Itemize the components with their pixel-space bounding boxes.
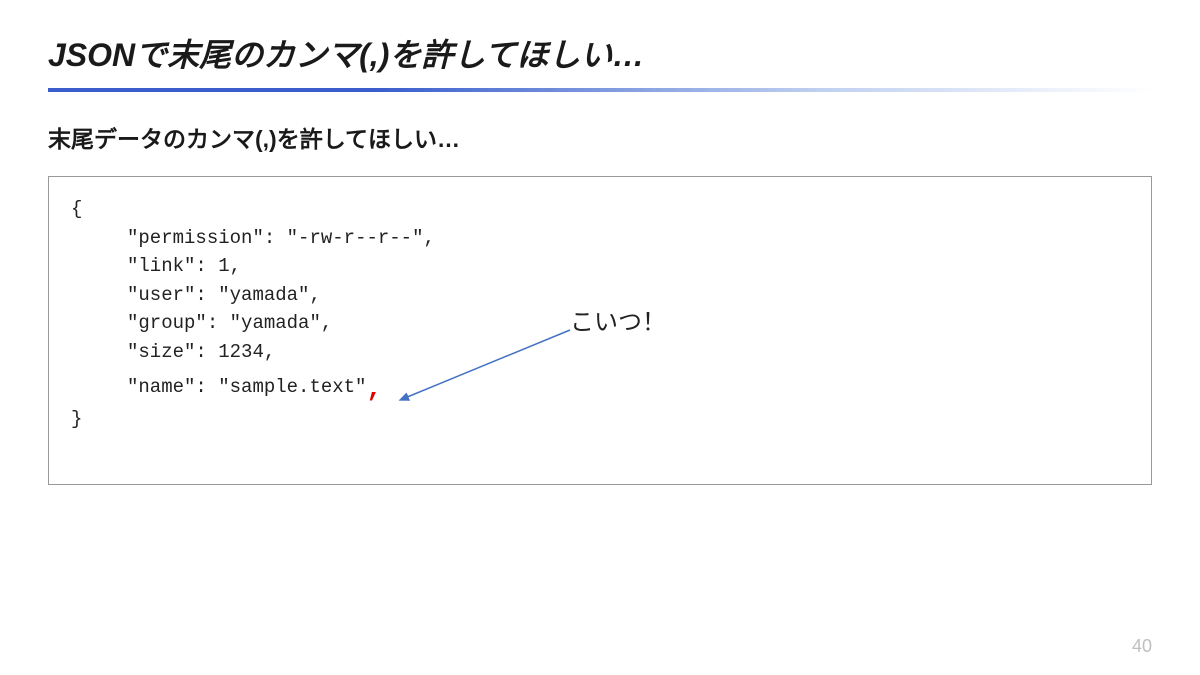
code-line-name: "name": "sample.text", — [71, 366, 1129, 405]
code-line-size: "size": 1234, — [71, 338, 1129, 367]
code-close-brace: } — [71, 405, 1129, 434]
code-key: "user": — [127, 284, 218, 306]
code-key: "link": — [127, 255, 218, 277]
code-comma: , — [321, 312, 332, 334]
code-comma: , — [264, 341, 275, 363]
slide-container: JSONで末尾のカンマ(,)を許してほしい… 末尾データのカンマ(,)を許してほ… — [0, 0, 1200, 675]
code-value: 1234 — [218, 341, 264, 363]
code-key: "permission": — [127, 227, 287, 249]
code-value: "yamada" — [230, 312, 321, 334]
code-comma: , — [309, 284, 320, 306]
code-key: "size": — [127, 341, 218, 363]
slide-title: JSONで末尾のカンマ(,)を許してほしい… — [48, 30, 1152, 76]
code-value: "-rw-r--r--" — [287, 227, 424, 249]
page-number: 40 — [1132, 636, 1152, 657]
code-value: "sample.text" — [218, 376, 366, 398]
trailing-comma: , — [366, 374, 382, 404]
code-value: 1 — [218, 255, 229, 277]
code-open-brace: { — [71, 195, 1129, 224]
annotation-callout: こいつ！ — [570, 302, 666, 337]
code-comma: , — [423, 227, 434, 249]
code-key: "name": — [127, 376, 218, 398]
title-underline — [48, 88, 1152, 92]
code-line-link: "link": 1, — [71, 252, 1129, 281]
code-comma: , — [230, 255, 241, 277]
code-value: "yamada" — [218, 284, 309, 306]
code-key: "group": — [127, 312, 230, 334]
code-line-permission: "permission": "-rw-r--r--", — [71, 224, 1129, 253]
slide-subtitle: 末尾データのカンマ(,)を許してほしい… — [48, 120, 1152, 154]
